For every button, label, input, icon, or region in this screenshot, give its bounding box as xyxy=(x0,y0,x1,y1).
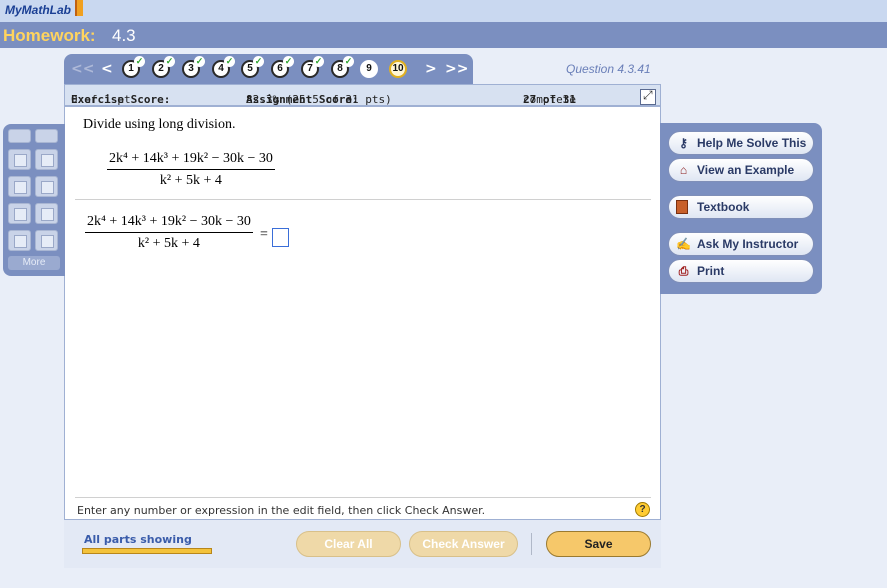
print-label: Print xyxy=(697,264,725,278)
save-button[interactable]: Save xyxy=(546,531,651,557)
subscript-tool-icon[interactable] xyxy=(8,230,31,251)
fraction-numerator: 2k⁴ + 14k³ + 19k² − 30k − 30 xyxy=(107,151,275,170)
ordered-pair-tool-icon[interactable] xyxy=(35,230,58,251)
check-icon: ✓ xyxy=(313,56,324,67)
check-icon: ✓ xyxy=(283,56,294,67)
question-3[interactable]: 3 ✓ xyxy=(182,56,205,78)
parts-showing-label[interactable]: All parts showing xyxy=(84,533,192,546)
check-icon: ✓ xyxy=(224,56,235,67)
nth-root-tool-icon[interactable] xyxy=(35,203,58,224)
problem-fraction: 2k⁴ + 14k³ + 19k² − 30k − 30 k² + 5k + 4 xyxy=(107,151,275,189)
question-9[interactable]: 9 xyxy=(360,60,378,78)
help-me-solve-button[interactable]: ⚷ Help Me Solve This xyxy=(668,131,814,155)
question-8[interactable]: 8 ✓ xyxy=(331,56,354,78)
question-id: Question 4.3.41 xyxy=(566,62,651,76)
homework-number: 4.3 xyxy=(112,26,136,45)
textbook-label: Textbook xyxy=(697,200,750,214)
textbook-button[interactable]: Textbook xyxy=(668,195,814,219)
check-answer-button[interactable]: Check Answer xyxy=(409,531,518,557)
redo-icon[interactable] xyxy=(35,129,58,143)
homework-header: Homework: 4.3 xyxy=(0,22,887,48)
question-6[interactable]: 6 ✓ xyxy=(271,56,294,78)
view-example-button[interactable]: ⌂ View an Example xyxy=(668,158,814,182)
house-icon: ⌂ xyxy=(679,163,688,177)
print-button[interactable]: ⎙ Print xyxy=(668,259,814,283)
fraction-denominator: k² + 5k + 4 xyxy=(137,236,200,251)
next-question-icon[interactable]: > xyxy=(425,61,437,77)
question-7[interactable]: 7 ✓ xyxy=(301,56,324,78)
math-palette: More xyxy=(3,124,65,276)
absolute-value-tool-icon[interactable] xyxy=(35,176,58,197)
divider xyxy=(531,533,532,555)
last-question-icon[interactable]: >> xyxy=(445,61,468,77)
question-2[interactable]: 2 ✓ xyxy=(152,56,175,78)
fraction-denominator: k² + 5k + 4 xyxy=(159,173,222,188)
check-icon: ✓ xyxy=(134,56,145,67)
parts-progress-bar xyxy=(82,548,212,554)
answer-input[interactable] xyxy=(272,228,289,247)
ask-instructor-button[interactable]: ✍ Ask My Instructor xyxy=(668,232,814,256)
view-example-label: View an Example xyxy=(697,163,795,177)
problem-prompt: Divide using long division. xyxy=(83,117,236,132)
homework-title: Homework: xyxy=(3,26,96,45)
question-10[interactable]: 10 xyxy=(389,60,407,78)
expand-icon[interactable] xyxy=(640,88,656,105)
key-icon: ⚷ xyxy=(679,136,688,150)
answer-fraction: 2k⁴ + 14k³ + 19k² − 30k − 30 k² + 5k + 4 xyxy=(85,214,253,252)
ask-instructor-label: Ask My Instructor xyxy=(697,237,799,251)
help-icon[interactable]: ? xyxy=(635,502,650,517)
fraction-numerator: 2k⁴ + 14k³ + 19k² − 30k − 30 xyxy=(85,214,253,233)
help-panel: ⚷ Help Me Solve This ⌂ View an Example T… xyxy=(660,123,822,294)
undo-icon[interactable] xyxy=(8,129,31,143)
question-4[interactable]: 4 ✓ xyxy=(212,56,235,78)
more-tools-button[interactable]: More xyxy=(8,256,60,270)
book-icon xyxy=(676,200,688,214)
prev-question-icon[interactable]: < xyxy=(101,61,113,77)
check-icon: ✓ xyxy=(194,56,205,67)
question-nav: << < 1 ✓ 2 ✓ 3 ✓ 4 ✓ 5 ✓ 6 ✓ 7 ✓ 8 ✓ 9 10 > >> xyxy=(64,54,473,84)
clear-all-button[interactable]: Clear All xyxy=(296,531,401,557)
question-5[interactable]: 5 ✓ xyxy=(241,56,264,78)
question-1[interactable]: 1 ✓ xyxy=(122,56,145,78)
mixed-number-tool-icon[interactable] xyxy=(35,149,58,170)
score-bar: Exercise Score: 0 of 1 pt Assignment Sco… xyxy=(64,84,661,106)
fraction-tool-icon[interactable] xyxy=(8,149,31,170)
instructor-icon: ✍ xyxy=(676,237,691,251)
brand-logo: MyMathLab xyxy=(5,3,71,17)
book-logo-icon xyxy=(75,0,83,16)
action-bar: All parts showing Clear All Check Answer… xyxy=(64,520,661,568)
first-question-icon[interactable]: << xyxy=(71,61,94,77)
help-me-solve-label: Help Me Solve This xyxy=(697,136,807,150)
exercise-score-value: 0 of 1 pt xyxy=(71,93,131,106)
equals-sign: = xyxy=(260,227,268,242)
assignment-score-value: 82.3% (25.5 of 31 pts) xyxy=(246,93,392,106)
divider xyxy=(75,199,651,200)
progress-label: complete xyxy=(523,93,576,106)
square-root-tool-icon[interactable] xyxy=(8,203,31,224)
top-bar: MyMathLab xyxy=(0,0,887,22)
check-icon: ✓ xyxy=(343,56,354,67)
check-icon: ✓ xyxy=(164,56,175,67)
hint-text: Enter any number or expression in the ed… xyxy=(77,504,486,517)
divider xyxy=(75,497,651,498)
exponent-tool-icon[interactable] xyxy=(8,176,31,197)
check-icon: ✓ xyxy=(253,56,264,67)
problem-panel: Divide using long division. 2k⁴ + 14k³ +… xyxy=(64,106,661,520)
printer-icon: ⎙ xyxy=(678,264,689,278)
